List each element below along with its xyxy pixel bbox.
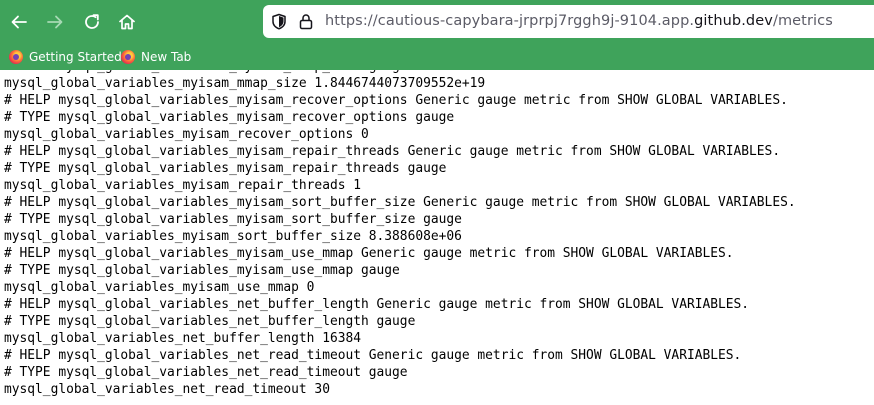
- arrow-left-icon: [11, 15, 27, 29]
- metric-line: mysql_global_variables_myisam_recover_op…: [4, 127, 369, 142]
- metric-line: mysql_global_variables_myisam_sort_buffe…: [4, 229, 462, 244]
- metric-line: mysql_global_variables_myisam_use_mmap 0: [4, 280, 315, 295]
- page-content: # TYPE mysql_global_variables_myisam_mma…: [0, 70, 874, 405]
- metric-line: mysql_global_variables_myisam_mmap_size …: [4, 76, 486, 91]
- metric-line: # HELP mysql_global_variables_net_buffer…: [4, 297, 750, 312]
- address-bar[interactable]: https://cautious-capybara-jrprpj7rggh9j-…: [263, 5, 874, 38]
- back-button[interactable]: [7, 10, 31, 34]
- metric-line: # TYPE mysql_global_variables_net_read_t…: [4, 365, 408, 380]
- metric-line: # HELP mysql_global_variables_myisam_use…: [4, 246, 734, 261]
- firefox-icon: [9, 50, 23, 64]
- metric-line: mysql_global_variables_net_read_timeout …: [4, 382, 330, 397]
- browser-toolbar: https://cautious-capybara-jrprpj7rggh9j-…: [0, 0, 874, 44]
- arrow-right-icon: [47, 15, 63, 29]
- metric-line: # TYPE mysql_global_variables_myisam_sor…: [4, 212, 462, 227]
- metric-line: # TYPE mysql_global_variables_myisam_rec…: [4, 110, 455, 125]
- metric-line: mysql_global_variables_net_buffer_length…: [4, 331, 361, 346]
- reload-button[interactable]: [80, 10, 104, 34]
- lock-icon[interactable]: [299, 13, 313, 30]
- metric-line: # TYPE mysql_global_variables_myisam_rep…: [4, 161, 447, 176]
- shield-icon[interactable]: [271, 13, 287, 30]
- home-button[interactable]: [115, 10, 139, 34]
- metric-line: # HELP mysql_global_variables_myisam_rep…: [4, 144, 781, 159]
- metrics-text: # TYPE mysql_global_variables_myisam_mma…: [4, 70, 796, 398]
- url-path: /metrics: [772, 13, 833, 29]
- url-host: github.dev: [694, 13, 773, 29]
- url-prefix: https://cautious-capybara-jrprpj7rggh9j-…: [325, 13, 695, 29]
- bookmark-new-tab[interactable]: New Tab: [121, 47, 191, 67]
- url-text[interactable]: https://cautious-capybara-jrprpj7rggh9j-…: [325, 5, 833, 38]
- forward-button[interactable]: [43, 10, 67, 34]
- metric-line: # HELP mysql_global_variables_myisam_sor…: [4, 195, 796, 210]
- bookmark-getting-started[interactable]: Getting Started: [9, 47, 122, 67]
- bookmark-label: New Tab: [141, 50, 192, 64]
- bookmarks-toolbar: Getting Started New Tab: [0, 44, 874, 70]
- metric-line: mysql_global_variables_myisam_repair_thr…: [4, 178, 361, 193]
- metric-line: # TYPE mysql_global_variables_myisam_use…: [4, 263, 400, 278]
- metric-line: # HELP mysql_global_variables_net_read_t…: [4, 348, 742, 363]
- bookmark-label: Getting Started: [29, 50, 122, 64]
- metric-line: # HELP mysql_global_variables_myisam_rec…: [4, 93, 788, 108]
- home-icon: [119, 14, 135, 30]
- firefox-icon: [121, 50, 135, 64]
- metric-line: # TYPE mysql_global_variables_net_buffer…: [4, 314, 416, 329]
- reload-icon: [85, 14, 99, 29]
